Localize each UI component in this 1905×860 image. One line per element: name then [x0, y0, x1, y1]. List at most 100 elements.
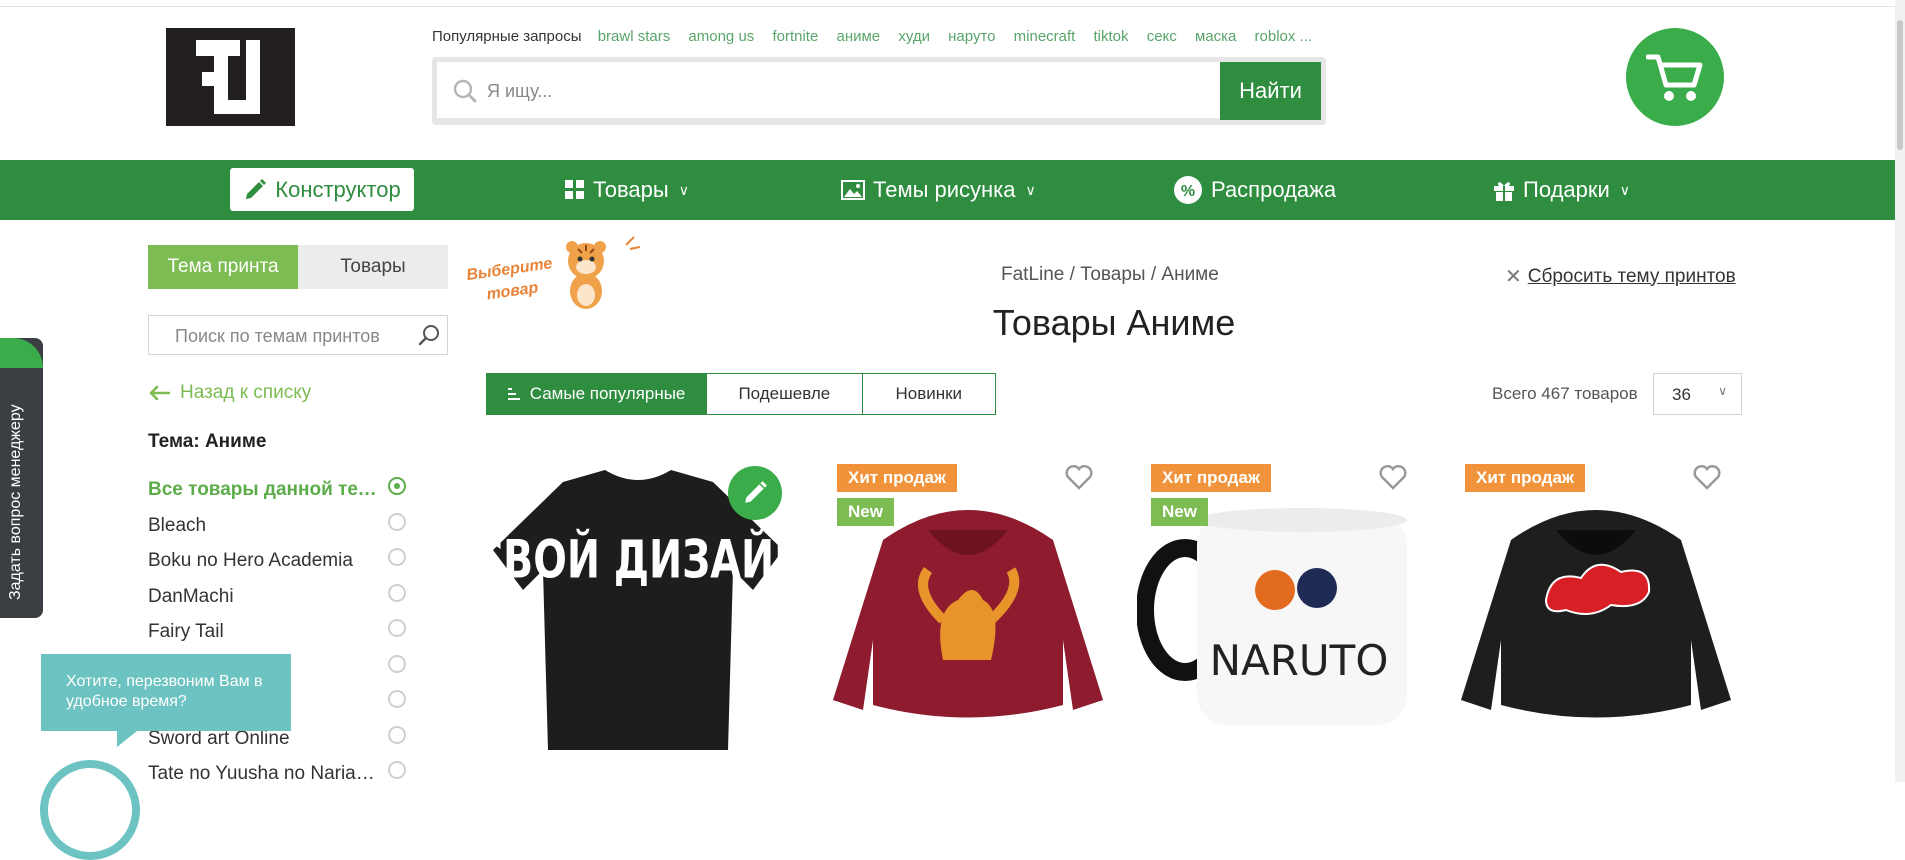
theme-radio[interactable]	[388, 654, 406, 673]
theme-option[interactable]: Все товары данной темы	[148, 473, 410, 509]
nav-sale[interactable]: % Распродажа	[1173, 160, 1336, 220]
cart-icon	[1646, 54, 1703, 101]
search-bar: Найти	[432, 57, 1326, 125]
image-icon	[841, 180, 865, 200]
theme-radio[interactable]	[388, 619, 406, 637]
theme-radio[interactable]	[388, 512, 406, 531]
theme-radio[interactable]	[388, 725, 406, 744]
chevron-down-icon: ∨	[1718, 384, 1727, 398]
tab-goods[interactable]: Товары	[298, 245, 448, 289]
theme-radio[interactable]	[388, 690, 406, 708]
popular-query-link[interactable]: minecraft	[1014, 28, 1076, 45]
theme-option-label: DanMachi	[148, 585, 234, 607]
nav-themes-label: Темы рисунка	[873, 177, 1016, 202]
arrow-left-icon	[149, 385, 170, 401]
popular-query-link[interactable]: наруто	[948, 28, 995, 45]
chevron-down-icon: ∨	[1619, 181, 1631, 198]
theme-radio[interactable]	[388, 548, 406, 566]
per-page-select[interactable]: 36 ∨	[1653, 373, 1742, 415]
nav-sale-label: Распродажа	[1211, 177, 1337, 202]
sort-options: Самые популярные Подешевле Новинки	[486, 373, 996, 415]
search-button[interactable]: Найти	[1220, 62, 1321, 120]
hit-badge: Хит продаж	[837, 464, 957, 492]
ask-manager-tab[interactable]: Задать вопрос менеджеру	[0, 338, 43, 618]
black-hoodie-cloud-image	[1461, 510, 1731, 718]
nav-gifts[interactable]: Подарки ∨	[1493, 160, 1630, 220]
theme-radio[interactable]	[388, 761, 406, 779]
sort-popular-label: Самые популярные	[529, 384, 686, 403]
theme-option[interactable]: Bleach	[148, 509, 410, 545]
sort-cheaper[interactable]: Подешевле	[706, 374, 861, 414]
scrollbar-thumb[interactable]	[1897, 20, 1903, 150]
back-to-list-link[interactable]: Назад к списку	[148, 382, 311, 404]
page-scrollbar[interactable]	[1895, 0, 1905, 782]
popular-query-link[interactable]: brawl stars	[598, 28, 671, 45]
cart-button[interactable]	[1626, 28, 1724, 126]
theme-option-label: Все товары данной темы	[148, 479, 384, 500]
chat-bubble-button[interactable]	[40, 760, 140, 860]
theme-option[interactable]: Boku no Hero Academia	[148, 544, 410, 580]
hit-badge: Хит продаж	[1465, 464, 1585, 492]
sort-popular[interactable]: Самые популярные	[487, 374, 707, 414]
popular-label: Популярные запросы	[432, 28, 582, 45]
nav-gifts-label: Подарки	[1523, 177, 1610, 202]
tshirt-print-text: СВОЙ ДИЗАЙН	[493, 529, 783, 591]
theme-option[interactable]: DanMachi	[148, 580, 410, 616]
theme-option-label: Boku no Hero Academia	[148, 550, 353, 571]
theme-option-label: Fairy Tail	[148, 621, 224, 642]
sort-icon	[507, 388, 520, 400]
theme-option-label: Bleach	[148, 514, 207, 536]
chevron-down-icon: ∨	[678, 181, 689, 198]
popular-query-link[interactable]: among us	[688, 28, 754, 45]
popular-query-link[interactable]: маска	[1195, 28, 1236, 45]
search-input[interactable]	[485, 74, 1209, 108]
product-card[interactable]: Хит продаж New	[823, 460, 1113, 760]
reset-theme-label: Сбросить тему принтов	[1527, 265, 1736, 287]
per-page-value: 36	[1672, 385, 1691, 404]
theme-list: Все товары данной темы Bleach Boku no He…	[148, 473, 410, 793]
product-image[interactable]	[1451, 460, 1741, 760]
promo-choose-product: Выберите товар	[465, 233, 656, 313]
callback-tail	[117, 731, 137, 747]
heart-icon[interactable]	[1065, 464, 1093, 490]
breadcrumb[interactable]: FatLine / Товары / Аниме	[1001, 264, 1219, 286]
grid-icon	[565, 180, 584, 199]
popular-query-link[interactable]: аниме	[836, 28, 880, 45]
reset-theme-link[interactable]: ✕ Сбросить тему принтов	[1505, 264, 1736, 289]
page-title: Товары Аниме	[992, 302, 1236, 343]
theme-radio[interactable]	[388, 583, 406, 602]
heart-icon[interactable]	[1693, 464, 1721, 490]
sort-new[interactable]: Новинки	[861, 374, 995, 414]
back-label: Назад к списку	[180, 382, 312, 403]
theme-option[interactable]: Tate no Yuusha no Nariagari	[148, 757, 410, 793]
ask-manager-label: Задать вопрос менеджеру	[7, 404, 24, 600]
theme-option[interactable]: Fairy Tail	[148, 615, 410, 651]
product-card[interactable]: Хит продаж	[1451, 460, 1741, 760]
new-badge: New	[837, 498, 894, 526]
search-icon	[453, 79, 477, 103]
heart-icon[interactable]	[1379, 464, 1407, 490]
tab-print-theme[interactable]: Тема принта	[148, 245, 298, 289]
popular-query-link[interactable]: roblox ...	[1255, 28, 1313, 45]
theme-radio[interactable]	[388, 477, 406, 495]
chevron-down-icon: ∨	[1025, 181, 1036, 198]
promo-text: Выберите товар	[465, 255, 554, 304]
callback-popup[interactable]: Хотите, перезвоним Вам в удобное время?	[41, 654, 291, 747]
gift-icon	[1494, 182, 1514, 201]
percent-badge-icon: %	[1174, 176, 1202, 204]
top-border	[0, 0, 1905, 7]
product-card[interactable]: NARUTO Хит продаж New	[1137, 460, 1427, 760]
nav-goods[interactable]: Товары ∨	[565, 160, 689, 220]
edit-design-button[interactable]	[728, 466, 782, 520]
site-logo[interactable]	[166, 28, 295, 126]
search-box	[437, 62, 1220, 118]
popular-query-link[interactable]: секс	[1147, 28, 1177, 45]
nav-themes[interactable]: Темы рисунка ∨	[841, 160, 1036, 220]
popular-query-link[interactable]: tiktok	[1094, 28, 1129, 45]
nav-constructor-button[interactable]: Конструктор	[230, 168, 414, 211]
popular-query-link[interactable]: fortnite	[772, 28, 818, 45]
product-card[interactable]: СВОЙ ДИЗАЙН	[493, 460, 783, 760]
sidebar-tabs: Тема принта Товары	[148, 245, 448, 289]
popular-query-link[interactable]: худи	[898, 28, 930, 45]
pencil-icon	[745, 481, 767, 503]
